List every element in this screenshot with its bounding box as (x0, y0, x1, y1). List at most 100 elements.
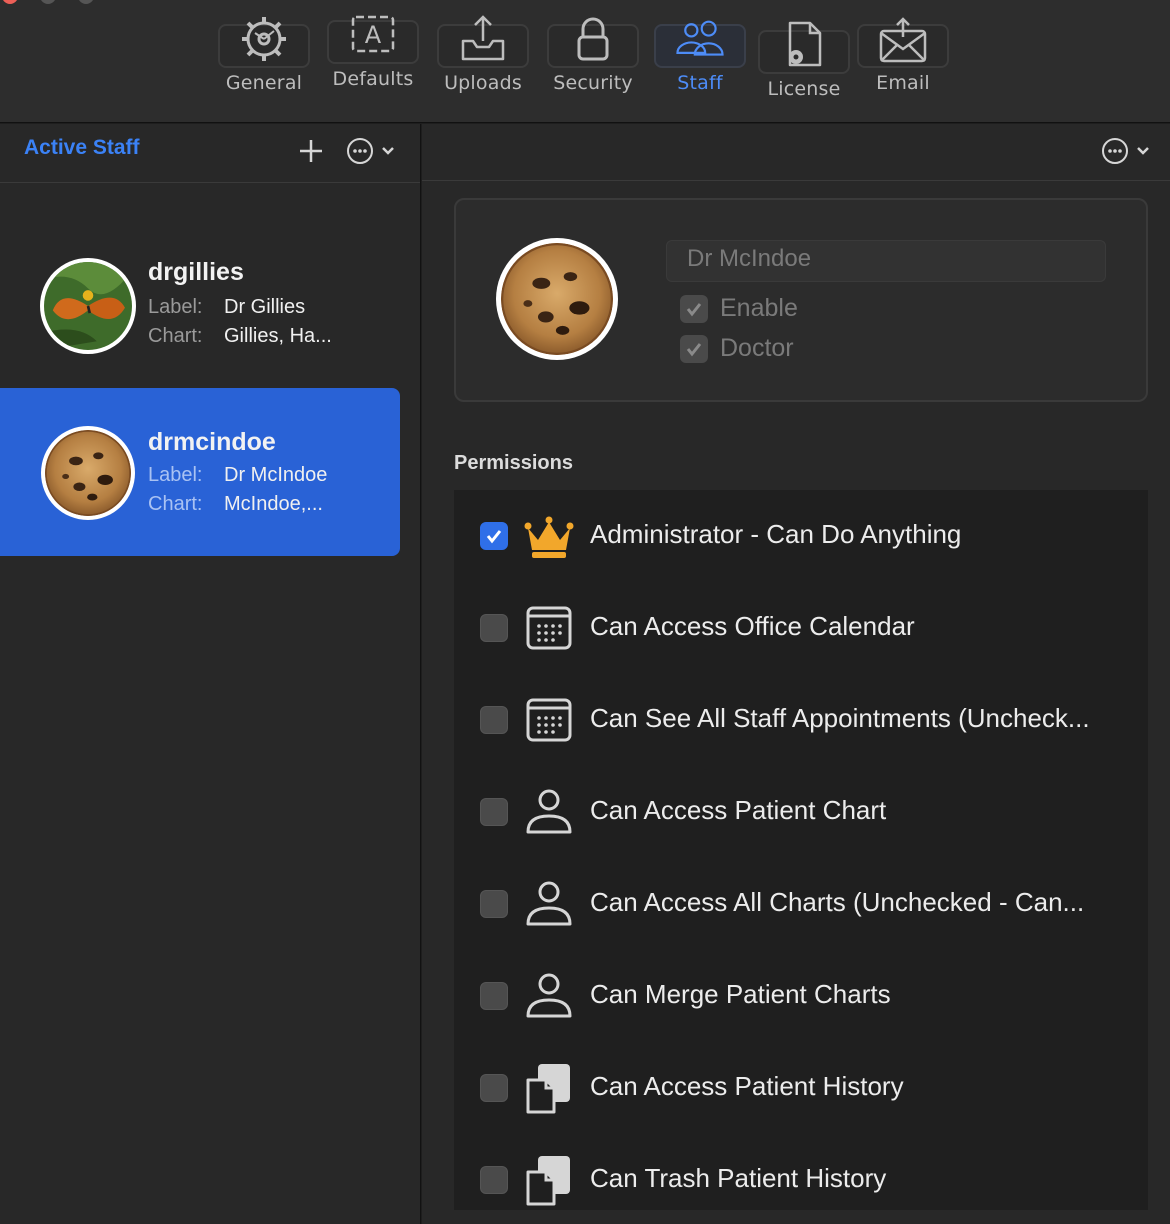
tab-general-label: General (225, 72, 303, 94)
permission-administrator[interactable]: Administrator - Can Do Anything (454, 490, 1148, 582)
staff-username: drmcindoe (148, 428, 276, 456)
calendar-icon (526, 606, 572, 650)
sidebar-more-menu[interactable] (345, 136, 401, 166)
permission-all-charts[interactable]: Can Access All Charts (Unchecked - Can..… (454, 858, 1148, 950)
tab-staff-frame (654, 20, 746, 68)
permission-patient-chart[interactable]: Can Access Patient Chart (454, 766, 1148, 858)
tab-security-label: Security (553, 72, 633, 94)
staff-username: drgillies (148, 258, 244, 286)
svg-text:A: A (365, 21, 382, 49)
permission-checkbox[interactable] (480, 1074, 508, 1102)
avatar (41, 426, 135, 520)
permission-checkbox[interactable] (480, 798, 508, 826)
envelope-icon (879, 17, 927, 63)
tab-staff-label: Staff (677, 72, 723, 94)
tab-general[interactable]: General (209, 17, 319, 94)
tab-uploads-frame (437, 15, 529, 68)
clipboard-icon (526, 1156, 570, 1206)
tab-uploads-label: Uploads (444, 72, 522, 94)
permission-label: Can Access Patient History (590, 1071, 904, 1101)
avatar (40, 258, 136, 354)
tab-uploads[interactable]: Uploads (428, 15, 538, 94)
doctor-checkbox[interactable] (680, 334, 708, 363)
tab-email-label: Email (876, 72, 930, 94)
permission-label: Administrator - Can Do Anything (590, 519, 962, 549)
doctor-checkbox-row[interactable]: Doctor (680, 334, 794, 363)
butterfly-photo (44, 262, 132, 350)
people-icon (676, 20, 724, 56)
add-staff-button[interactable] (296, 136, 326, 166)
tab-email[interactable]: Email (848, 17, 958, 94)
profile-avatar[interactable] (496, 238, 618, 360)
checkmark-icon (686, 302, 702, 316)
permission-label: Can Merge Patient Charts (590, 979, 891, 1009)
text-format-icon: A (351, 15, 395, 53)
staff-chart-value: McIndoe,... (224, 493, 323, 515)
tab-defaults[interactable]: A Defaults (318, 15, 428, 90)
staff-label-row: Label: Dr McIndoe (148, 464, 327, 487)
staff-chart-value: Gillies, Ha... (224, 325, 332, 347)
permission-checkbox[interactable] (480, 1166, 508, 1194)
lock-icon (577, 17, 609, 61)
detail-header (422, 124, 1170, 181)
tab-defaults-frame: A (327, 15, 419, 64)
tab-license-frame (758, 21, 850, 74)
ellipsis-circle-icon (1102, 138, 1149, 164)
staff-chart-row: Chart: McIndoe,... (148, 493, 323, 516)
permission-label: Can Access Patient Chart (590, 795, 887, 825)
permission-label: Can Trash Patient History (590, 1163, 887, 1193)
upload-tray-icon (461, 15, 505, 61)
checkmark-icon (486, 530, 502, 544)
minimize-window-button[interactable] (40, 0, 56, 4)
cookie-photo (501, 243, 613, 355)
gear-icon (242, 17, 286, 61)
permission-checkbox[interactable] (480, 614, 508, 642)
permission-patient-history[interactable]: Can Access Patient History (454, 1042, 1148, 1134)
cookie-photo (45, 430, 131, 516)
permission-merge-charts[interactable]: Can Merge Patient Charts (454, 950, 1148, 1042)
permissions-title: Permissions (454, 452, 573, 474)
crown-icon (524, 516, 574, 558)
person-icon (526, 789, 572, 834)
chart-key: Chart: (148, 493, 203, 515)
tab-staff[interactable]: Staff (645, 20, 755, 94)
person-icon (526, 973, 572, 1018)
staff-chart-row: Chart: Gillies, Ha... (148, 325, 332, 348)
zoom-window-button[interactable] (78, 0, 94, 4)
tab-security[interactable]: Security (538, 17, 648, 94)
close-window-button[interactable] (2, 0, 18, 4)
chart-key: Chart: (148, 325, 203, 347)
calendar-icon (526, 698, 572, 742)
permission-checkbox[interactable] (480, 522, 508, 550)
permission-checkbox[interactable] (480, 706, 508, 734)
preferences-toolbar: General A Defaults Uploads Security Staf… (0, 0, 1170, 123)
tab-defaults-label: Defaults (332, 68, 414, 90)
label-key: Label: (148, 296, 203, 318)
sidebar-title: Active Staff (24, 136, 140, 159)
label-key: Label: (148, 464, 203, 486)
permission-label: Can Access Office Calendar (590, 611, 915, 641)
checkmark-icon (686, 342, 702, 356)
staff-sidebar: Active Staff drgillies Label: Dr Gillies … (0, 124, 421, 1224)
staff-item-drmcindoe[interactable]: drmcindoe Label: Dr McIndoe Chart: McIndoe… (0, 388, 400, 556)
enable-checkbox-row[interactable]: Enable (680, 294, 798, 323)
tab-general-frame (218, 17, 310, 68)
person-icon (526, 881, 572, 926)
detail-more-menu[interactable] (1100, 136, 1156, 166)
permission-label: Can See All Staff Appointments (Uncheck.… (590, 703, 1090, 733)
staff-name-field[interactable]: Dr McIndoe (666, 240, 1106, 282)
enable-checkbox[interactable] (680, 294, 708, 323)
permission-all-staff-appointments[interactable]: Can See All Staff Appointments (Uncheck.… (454, 674, 1148, 766)
tab-license[interactable]: License (749, 21, 859, 100)
enable-label: Enable (720, 294, 798, 322)
staff-item-drgillies[interactable]: drgillies Label: Dr Gillies Chart: Gillies… (0, 220, 400, 388)
permission-checkbox[interactable] (480, 890, 508, 918)
tab-security-frame (547, 17, 639, 68)
tab-license-label: License (767, 78, 841, 100)
permission-checkbox[interactable] (480, 982, 508, 1010)
doctor-label: Doctor (720, 334, 794, 362)
permission-office-calendar[interactable]: Can Access Office Calendar (454, 582, 1148, 674)
staff-detail-pane: Dr McIndoe Enable Doctor Permissions Adm… (422, 124, 1170, 1224)
staff-label-row: Label: Dr Gillies (148, 296, 305, 319)
permission-trash-history[interactable]: Can Trash Patient History (454, 1134, 1148, 1210)
